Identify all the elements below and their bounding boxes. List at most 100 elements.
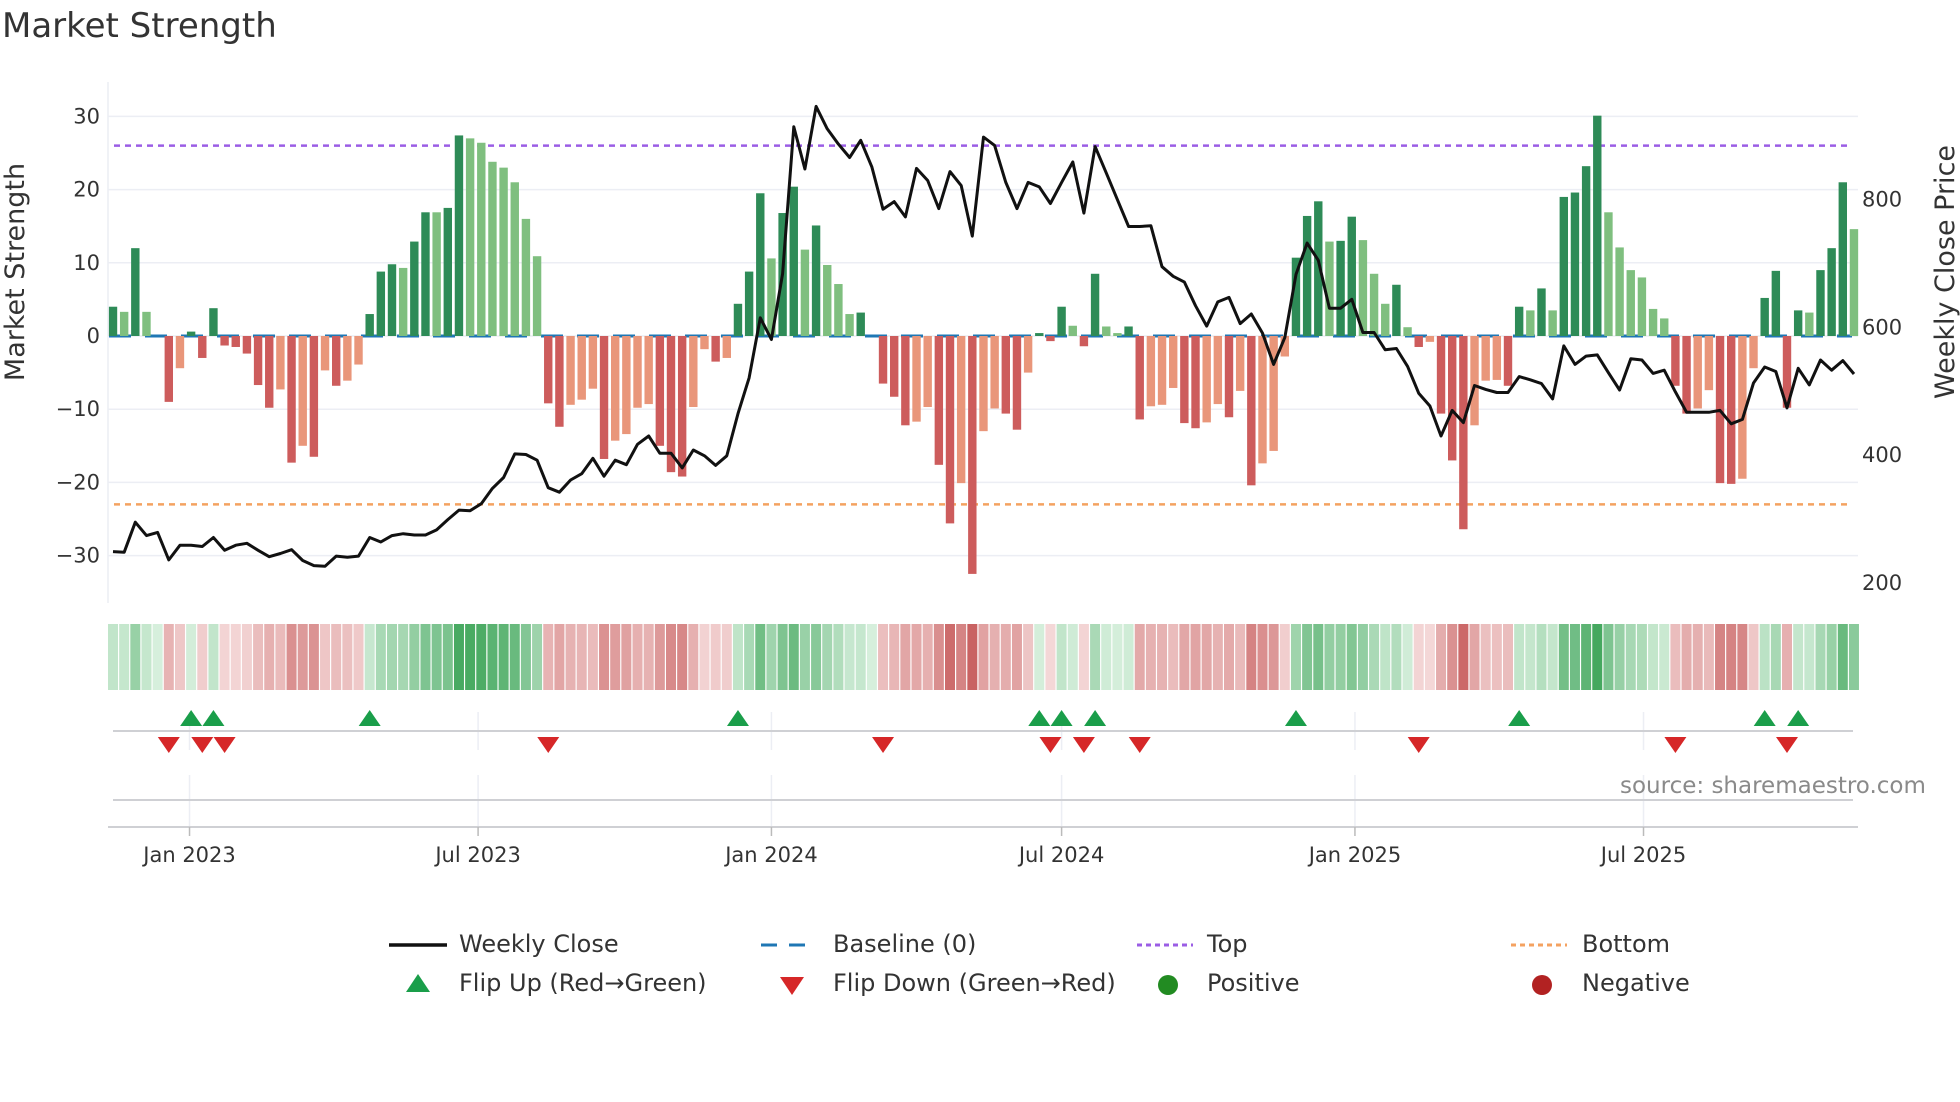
- y2-tick-label: 800: [1862, 188, 1902, 212]
- heat-cell: [777, 624, 788, 690]
- strength-bar: [1838, 182, 1847, 336]
- strength-bar: [1793, 310, 1803, 336]
- heat-cell: [1279, 624, 1290, 690]
- heat-cell: [1581, 624, 1592, 690]
- flip-up-marker: [1284, 710, 1307, 726]
- heat-cell: [755, 624, 766, 690]
- strength-bar: [1459, 336, 1468, 530]
- strength-bar: [1548, 310, 1557, 336]
- legend-negative: Negative: [1582, 969, 1690, 997]
- strength-bar: [365, 314, 374, 336]
- strength-bar: [421, 212, 430, 336]
- heat-cell: [1357, 624, 1368, 690]
- strength-bar: [1671, 336, 1680, 386]
- strength-bar: [1492, 336, 1502, 380]
- strength-bar: [890, 336, 899, 397]
- heat-cell: [1391, 624, 1402, 690]
- y-tick-label: 10: [73, 251, 100, 275]
- heat-cell: [1224, 624, 1234, 690]
- heat-cell: [498, 624, 509, 690]
- heat-cell: [1826, 624, 1837, 690]
- strength-bar: [1849, 229, 1859, 336]
- strength-bar: [588, 336, 598, 389]
- strength-bar: [1001, 336, 1010, 414]
- heat-cell: [822, 624, 833, 690]
- strength-bar: [309, 336, 319, 457]
- heat-cell: [889, 624, 900, 690]
- strength-bar: [901, 336, 910, 426]
- x-tick-label: Jul 2024: [1017, 843, 1104, 867]
- strength-bar: [1079, 336, 1089, 347]
- heat-cell: [532, 624, 543, 690]
- y-tick-label: −20: [56, 470, 100, 494]
- strength-bar: [744, 271, 754, 336]
- flip-down-marker: [157, 737, 180, 753]
- y2-axis-title: Weekly Close Price: [1930, 145, 1960, 399]
- strength-bar: [1102, 326, 1111, 336]
- heat-cell: [1480, 624, 1491, 690]
- strength-bar: [599, 336, 609, 459]
- heat-cell: [1290, 624, 1301, 690]
- heat-cell: [1782, 624, 1792, 690]
- heat-cell: [1636, 624, 1647, 690]
- legend-top-dotted-icon: [1137, 943, 1193, 947]
- flip-up-marker: [358, 710, 381, 726]
- heat-cell: [1848, 624, 1859, 690]
- strength-bar: [711, 336, 720, 362]
- heat-cell: [1569, 624, 1580, 690]
- heat-cell: [1770, 624, 1781, 690]
- heat-cell: [409, 624, 420, 690]
- heat-cell: [1302, 624, 1313, 690]
- strength-bar: [131, 248, 140, 336]
- heat-cell: [1536, 624, 1547, 690]
- heat-cell: [308, 624, 319, 690]
- strength-heat-strip: [108, 624, 1859, 690]
- strength-bar: [253, 336, 263, 386]
- strength-bar: [1481, 336, 1490, 381]
- heat-cell: [699, 624, 710, 690]
- heat-cell: [1078, 624, 1089, 690]
- strength-bar: [1381, 303, 1390, 336]
- legend-flip-down: Flip Down (Green→Red): [833, 969, 1116, 997]
- heat-cell: [1369, 624, 1380, 690]
- heat-cell: [554, 624, 565, 690]
- flip-up-marker: [1084, 710, 1107, 726]
- heat-cell: [587, 624, 598, 690]
- heat-cell: [1614, 624, 1625, 690]
- heat-cell: [141, 624, 152, 690]
- strength-bar: [611, 336, 620, 441]
- heat-cell: [1235, 624, 1246, 690]
- axes: 30 20 10 0 −10 −20 −30 800 600 400 200 Market Stren…: [0, 82, 1960, 867]
- strength-bar: [1191, 336, 1200, 429]
- heat-cell: [1268, 624, 1279, 690]
- y2-tick-label: 600: [1862, 315, 1902, 339]
- strength-bar: [677, 336, 687, 477]
- heat-cell: [666, 624, 676, 690]
- strength-bar: [175, 336, 185, 369]
- heat-cell: [1034, 624, 1045, 690]
- strength-bar: [1537, 288, 1546, 336]
- strength-bar: [1068, 325, 1077, 336]
- heat-cell: [130, 624, 141, 690]
- flip-up-marker: [1050, 710, 1073, 726]
- strength-bar: [845, 314, 854, 336]
- heat-cell: [297, 624, 308, 690]
- strength-bar: [1135, 336, 1144, 420]
- heat-cell: [1000, 624, 1011, 690]
- strength-bar: [398, 267, 408, 336]
- strength-bar: [1325, 241, 1334, 336]
- strength-bar: [800, 249, 810, 336]
- heat-cell: [721, 624, 732, 690]
- heat-cell: [911, 624, 922, 690]
- heat-cell: [119, 624, 130, 690]
- heat-cell: [208, 624, 219, 690]
- source-label: source: sharemaestro.com: [1620, 773, 1926, 799]
- heat-cell: [621, 624, 632, 690]
- strength-bar: [1057, 306, 1066, 336]
- strength-bar: [834, 284, 843, 336]
- strength-bar: [220, 336, 229, 346]
- heat-cell: [1715, 624, 1726, 690]
- strength-bar: [1448, 336, 1457, 461]
- strength-bar: [1593, 115, 1602, 336]
- y-tick-label: 30: [73, 104, 100, 128]
